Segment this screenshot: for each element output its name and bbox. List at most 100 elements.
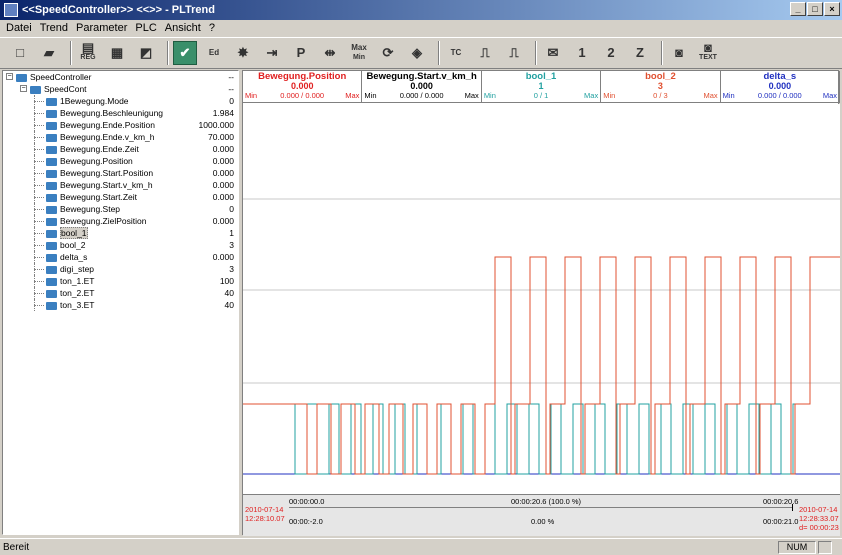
- tree-item[interactable]: Bewegung.Ende.Zeit 0.000: [3, 143, 238, 155]
- channel-range: 0 / 1: [533, 91, 549, 100]
- tree-item[interactable]: 1Bewegung.Mode 0: [3, 95, 238, 107]
- title-bar: <<SpeedController>> <<>> - PLTrend _ □ ×: [0, 0, 842, 20]
- time-scrollbar[interactable]: [289, 507, 793, 508]
- tree-item-label: digi_step: [60, 264, 95, 274]
- tree-item[interactable]: Bewegung.Ende.v_km_h 70.000: [3, 131, 238, 143]
- channel-value: 0.000: [410, 81, 433, 91]
- menu-plc[interactable]: PLC: [131, 22, 160, 34]
- tree-item-label: Bewegung.Ende.v_km_h: [60, 132, 155, 142]
- camera-icon[interactable]: ◙: [667, 41, 691, 65]
- pulse2-icon[interactable]: ⎍: [502, 41, 526, 65]
- tree-item[interactable]: Bewegung.Start.Position 0.000: [3, 167, 238, 179]
- folder-icon: [46, 193, 57, 202]
- tree-item[interactable]: Bewegung.Step 0: [3, 203, 238, 215]
- tree-child-label: SpeedCont: [44, 84, 87, 94]
- save-reg-icon[interactable]: ▤ REG: [76, 41, 100, 65]
- camera-text-icon[interactable]: ◙ TEXT: [696, 41, 720, 65]
- maxmin-icon[interactable]: Max Min: [347, 41, 371, 65]
- channel-range: 0.000 / 0.000: [280, 91, 325, 100]
- tree-root-label: SpeedController: [30, 72, 92, 82]
- channel-header[interactable]: bool_2 3 Min 0 / 3 Max: [601, 71, 721, 102]
- menu-bar: Datei Trend Parameter PLC Ansicht ?: [0, 20, 842, 36]
- menu-parameter[interactable]: Parameter: [72, 22, 131, 34]
- tree-item-label: ton_3.ET: [60, 300, 95, 310]
- rotate-icon[interactable]: ⟳: [376, 41, 400, 65]
- tree-item[interactable]: Bewegung.Start.v_km_h 0.000: [3, 179, 238, 191]
- new-icon[interactable]: □: [8, 41, 32, 65]
- close-button[interactable]: ×: [824, 2, 840, 16]
- grid-icon[interactable]: ▦: [105, 41, 129, 65]
- channel-max-label: Max: [584, 91, 599, 100]
- channel-max-label: Max: [345, 91, 360, 100]
- tc-icon[interactable]: TC: [444, 41, 468, 65]
- collapse-icon[interactable]: −: [6, 73, 13, 80]
- collapse-icon[interactable]: −: [20, 85, 27, 92]
- tree-item-value: 0: [229, 204, 234, 214]
- channel-header[interactable]: bool_1 1 Min 0 / 1 Max: [482, 71, 602, 102]
- tree-item[interactable]: Bewegung.Beschleunigung 1.984: [3, 107, 238, 119]
- channel-range: 0.000 / 0.000: [757, 91, 802, 100]
- menu-trend[interactable]: Trend: [36, 22, 72, 34]
- channel-header[interactable]: Bewegung.Position 0.000 Min 0.000 / 0.000 Ma…: [243, 71, 363, 102]
- tree-item[interactable]: bool_2 3: [3, 239, 238, 251]
- export-icon[interactable]: ⇥: [260, 41, 284, 65]
- end-time: 12:28:33.07: [799, 514, 839, 523]
- series-bool-1: [243, 403, 803, 475]
- channel-headers: Bewegung.Position 0.000 Min 0.000 / 0.000 Ma…: [243, 71, 841, 103]
- trend-plot[interactable]: [243, 104, 840, 494]
- folder-icon: [46, 205, 57, 214]
- pulse1-icon[interactable]: ⎍: [473, 41, 497, 65]
- tree-item[interactable]: ton_1.ET 100: [3, 275, 238, 287]
- tree-item-label: Bewegung.Ende.Position: [60, 120, 155, 130]
- minimize-button[interactable]: _: [790, 2, 806, 16]
- chart-icon[interactable]: ◩: [134, 41, 158, 65]
- check-trend-icon[interactable]: ✔: [173, 41, 197, 65]
- time-scroll-handle[interactable]: [789, 504, 793, 511]
- flag-icon[interactable]: P: [289, 41, 313, 65]
- tree-item[interactable]: Bewegung.Position 0.000: [3, 155, 238, 167]
- ed-trend-icon[interactable]: Ed: [202, 41, 226, 65]
- menu-ansicht[interactable]: Ansicht: [161, 22, 205, 34]
- channel-header[interactable]: Bewegung.Start.v_km_h 0.000 Min 0.000 / 0.0…: [362, 71, 482, 102]
- tree-item-label: delta_s: [60, 252, 88, 262]
- folder-icon: [46, 217, 57, 226]
- scale2-icon[interactable]: 2: [599, 41, 623, 65]
- channel-max-label: Max: [464, 91, 479, 100]
- open-icon[interactable]: ▰: [37, 41, 61, 65]
- tree-item-label: ton_2.ET: [60, 288, 95, 298]
- tree-child-value: --: [228, 84, 234, 94]
- channel-header[interactable]: delta_s 0.000 Min 0.000 / 0.000 Max: [721, 71, 841, 102]
- tree-item[interactable]: digi_step 3: [3, 263, 238, 275]
- menu-help[interactable]: ?: [205, 22, 219, 34]
- toolbar-separator: [661, 41, 663, 65]
- tree-item-label: bool_2: [60, 240, 86, 250]
- time-bar[interactable]: 2010-07-14 12:28:10.07 00:00:00.0 00:00:…: [243, 494, 840, 536]
- tree-item-label: ton_1.ET: [60, 276, 95, 286]
- tree-item[interactable]: delta_s 0.000: [3, 251, 238, 263]
- tree-item[interactable]: bool_1 1: [3, 227, 238, 239]
- variable-tree[interactable]: − SpeedController -- − SpeedCont -- 1Bew…: [2, 70, 239, 535]
- tree-item-value: 1: [229, 228, 234, 238]
- folder-icon: [46, 109, 57, 118]
- scale1-icon[interactable]: 1: [570, 41, 594, 65]
- menu-datei[interactable]: Datei: [2, 22, 36, 34]
- scale-z-icon[interactable]: Z: [628, 41, 652, 65]
- tree-child[interactable]: − SpeedCont --: [3, 83, 238, 95]
- tree-root[interactable]: − SpeedController --: [3, 71, 238, 83]
- channel-range: 0.000 / 0.000: [399, 91, 444, 100]
- tree-item[interactable]: ton_3.ET 40: [3, 299, 238, 311]
- tree-item-label: Bewegung.Ende.Zeit: [60, 144, 139, 154]
- tree-item[interactable]: Bewegung.ZielPosition 0.000: [3, 215, 238, 227]
- folder-icon: [46, 229, 57, 238]
- tree-item-label: bool_1: [60, 227, 88, 239]
- envelope-icon[interactable]: ✉: [541, 41, 565, 65]
- cube-icon[interactable]: ◈: [405, 41, 429, 65]
- align-icon[interactable]: ⇹: [318, 41, 342, 65]
- tree-item[interactable]: Bewegung.Start.Zeit 0.000: [3, 191, 238, 203]
- tree-item-label: Bewegung.Start.Zeit: [60, 192, 138, 202]
- tree-item[interactable]: Bewegung.Ende.Position 1000.000: [3, 119, 238, 131]
- maximize-button[interactable]: □: [807, 2, 823, 16]
- folder-icon: [30, 85, 41, 94]
- burst-icon[interactable]: ✸: [231, 41, 255, 65]
- tree-item[interactable]: ton_2.ET 40: [3, 287, 238, 299]
